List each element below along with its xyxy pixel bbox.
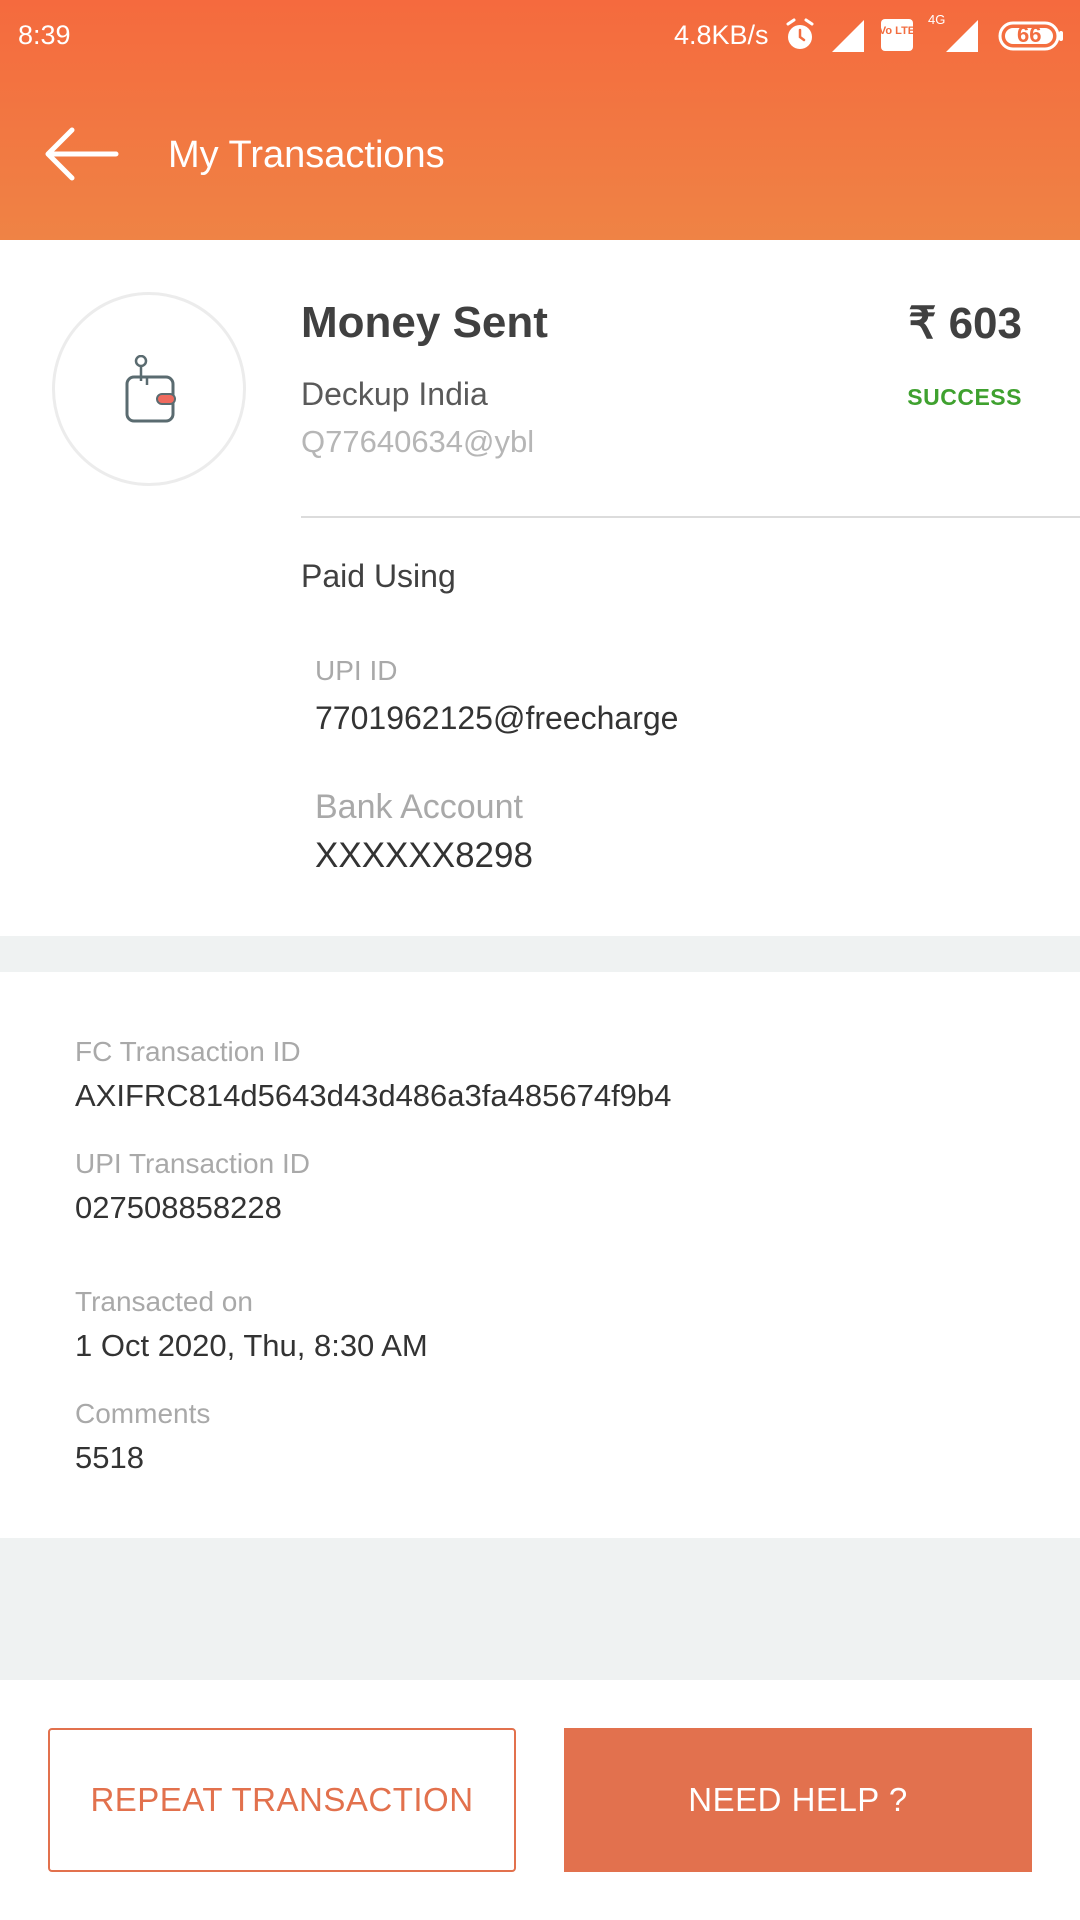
- transacted-on-value: 1 Oct 2020, Thu, 8:30 AM: [75, 1328, 428, 1363]
- footer-band: [0, 1538, 1080, 1680]
- paid-using-heading: Paid Using: [301, 558, 456, 594]
- upi-transaction-id-label: UPI Transaction ID: [75, 1148, 310, 1179]
- need-help-button[interactable]: NEED HELP ?: [564, 1728, 1032, 1872]
- header: 8:39 4.8KB/s Vo LTE 4G 66 My Transaction…: [0, 0, 1080, 240]
- fc-transaction-id-value: AXIFRC814d5643d43d486a3fa485674f9b4: [75, 1078, 672, 1113]
- comments-value: 5518: [75, 1440, 144, 1475]
- repeat-transaction-button[interactable]: REPEAT TRANSACTION: [48, 1728, 516, 1872]
- back-button[interactable]: [44, 126, 122, 182]
- status-bar: 8:39 4.8KB/s Vo LTE 4G 66: [0, 0, 1080, 72]
- transaction-amount: ₹ 603: [908, 299, 1022, 348]
- upi-transaction-id-value: 027508858228: [75, 1190, 282, 1225]
- status-badge: SUCCESS: [907, 384, 1022, 410]
- upi-id-value: 7701962125@freecharge: [315, 700, 679, 736]
- alarm-icon: [784, 18, 816, 59]
- section-separator: [0, 936, 1080, 972]
- comments-label: Comments: [75, 1398, 211, 1429]
- payee-vpa: Q77640634@ybl: [301, 424, 535, 459]
- battery-level: 66: [1017, 22, 1042, 47]
- arrow-left-icon: [45, 127, 119, 181]
- upi-id-label: UPI ID: [315, 655, 398, 686]
- network-speed: 4.8KB/s: [674, 20, 769, 50]
- bank-account-value: XXXXXX8298: [315, 836, 533, 875]
- fc-transaction-id-label: FC Transaction ID: [75, 1036, 301, 1067]
- signal-4g-icon: [946, 20, 978, 59]
- wallet-icon: [125, 355, 176, 423]
- avatar: [52, 292, 246, 486]
- network-type: 4G: [928, 12, 946, 27]
- transacted-on-label: Transacted on: [75, 1286, 253, 1317]
- bank-account-label: Bank Account: [315, 788, 523, 826]
- volte-icon: Vo LTE: [879, 18, 915, 59]
- transaction-type: Money Sent: [301, 298, 548, 347]
- signal-icon: [832, 20, 864, 59]
- page-title: My Transactions: [168, 134, 445, 176]
- svg-text:Vo LTE: Vo LTE: [880, 25, 914, 37]
- status-time: 8:39: [18, 20, 71, 50]
- payee-name: Deckup India: [301, 376, 488, 412]
- divider: [301, 516, 1080, 518]
